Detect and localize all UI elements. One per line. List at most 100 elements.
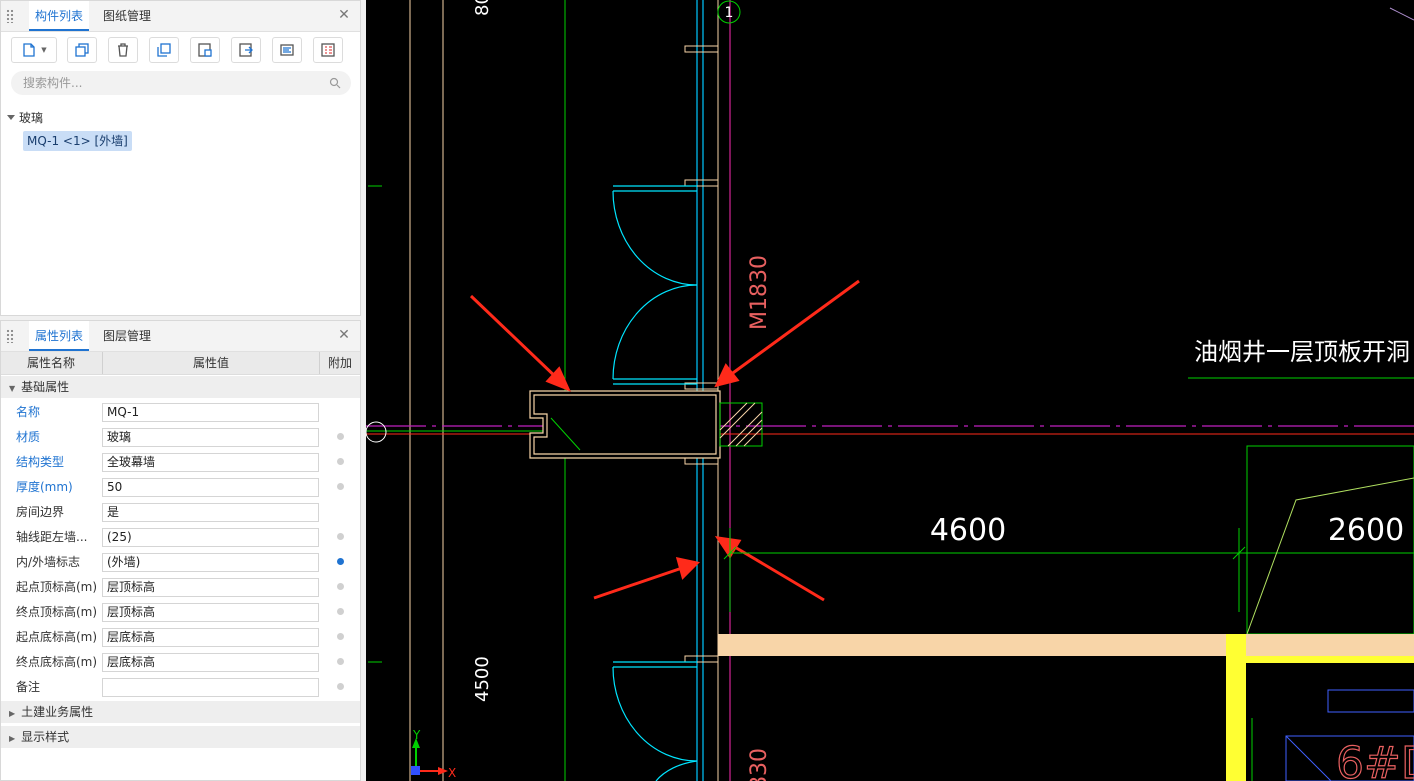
sort-button[interactable] xyxy=(272,37,302,63)
property-value-field[interactable]: (25) xyxy=(102,528,319,547)
selected-curtain-wall-mq1[interactable] xyxy=(529,390,721,459)
close-icon[interactable]: ✕ xyxy=(336,7,352,23)
property-name: 起点底标高(m) xyxy=(16,630,98,644)
property-name: 名称 xyxy=(16,405,41,419)
caret-right-icon: ▶ xyxy=(9,709,16,718)
search-icon[interactable] xyxy=(329,77,341,89)
property-value-field[interactable]: 全玻幕墙 xyxy=(102,453,319,472)
property-value-field[interactable]: 50 xyxy=(102,478,319,497)
tree-item-mq1[interactable]: MQ-1 <1> [外墙] xyxy=(23,131,132,151)
delete-component-button[interactable] xyxy=(108,37,138,63)
property-row: 厚度(mm) 50 xyxy=(1,475,360,500)
tab-property-list[interactable]: 属性列表 xyxy=(29,321,90,351)
door-tag-m1830: M1830 xyxy=(747,255,772,330)
property-value-field[interactable]: 层底标高 xyxy=(102,628,319,647)
tree-group-glass[interactable]: 玻璃 xyxy=(7,109,43,126)
tab-layer-management[interactable]: 图层管理 xyxy=(97,321,157,351)
extra-checkbox[interactable] xyxy=(337,658,344,665)
floor-copy-button[interactable] xyxy=(190,37,220,63)
property-name: 终点顶标高(m) xyxy=(16,605,98,619)
property-row: 备注 xyxy=(1,675,360,700)
new-component-button[interactable]: ▼ xyxy=(11,37,57,63)
property-value-field[interactable]: 是 xyxy=(102,503,319,522)
property-row: 结构类型 全玻幕墙 xyxy=(1,450,360,475)
extra-checkbox[interactable] xyxy=(337,583,344,590)
property-value-field[interactable]: 层顶标高 xyxy=(102,603,319,622)
property-value-field[interactable]: (外墙) xyxy=(102,553,319,572)
copy-icon xyxy=(75,43,89,57)
property-table-header: 属性名称 属性值 附加 xyxy=(1,352,360,375)
new-file-icon xyxy=(23,43,35,57)
room-tag: 6#D xyxy=(1336,738,1414,781)
component-panel-tabbar: 构件列表 图纸管理 ✕ xyxy=(1,1,360,32)
beam-fill xyxy=(718,634,1414,656)
axis-label: 1 xyxy=(725,5,734,21)
property-row: 材质 玻璃 xyxy=(1,425,360,450)
property-value-field[interactable]: MQ-1 xyxy=(102,403,319,422)
left-dock: 构件列表 图纸管理 ✕ ▼ 搜索构件... 玻璃 MQ-1 <1> [外墙] 属… xyxy=(0,0,366,781)
property-name: 房间边界 xyxy=(16,505,65,519)
property-name: 备注 xyxy=(16,680,41,694)
property-row: 终点底标高(m) 层底标高 xyxy=(1,650,360,675)
list-filter-icon xyxy=(321,43,335,57)
property-value-field[interactable] xyxy=(102,678,319,697)
header-property-value: 属性值 xyxy=(102,352,320,374)
door-tag-lower: 830 xyxy=(747,748,772,781)
filter-button[interactable] xyxy=(313,37,343,63)
extra-checkbox[interactable] xyxy=(337,683,344,690)
property-row: 起点顶标高(m) 层顶标高 xyxy=(1,575,360,600)
header-extra: 附加 xyxy=(327,356,352,370)
caret-down-icon: ▼ xyxy=(9,384,16,393)
extra-checkbox[interactable] xyxy=(337,633,344,640)
caret-right-icon: ▶ xyxy=(9,734,16,743)
extra-checkbox[interactable] xyxy=(337,483,344,490)
extra-checkbox-checked[interactable] xyxy=(337,558,344,565)
property-row: 轴线距左墙... (25) xyxy=(1,525,360,550)
export-icon xyxy=(239,43,253,57)
property-value-field[interactable]: 层底标高 xyxy=(102,653,319,672)
property-name: 起点顶标高(m) xyxy=(16,580,98,594)
drag-grip-icon[interactable] xyxy=(6,9,14,23)
canvas-background xyxy=(366,0,1414,781)
property-panel-tabbar: 属性列表 图层管理 ✕ xyxy=(1,321,360,352)
ucs-y-label: Y xyxy=(412,728,421,742)
property-value-field[interactable]: 层顶标高 xyxy=(102,578,319,597)
property-row: 名称 MQ-1 xyxy=(1,400,360,425)
extra-checkbox[interactable] xyxy=(337,458,344,465)
chevron-down-icon: ▼ xyxy=(41,46,47,54)
property-name: 材质 xyxy=(16,430,41,444)
close-icon[interactable]: ✕ xyxy=(336,327,352,343)
search-input[interactable] xyxy=(11,71,351,95)
extra-checkbox[interactable] xyxy=(337,433,344,440)
section-basic-properties[interactable]: ▼ 基础属性 xyxy=(1,376,360,398)
layer-copy-icon xyxy=(157,43,171,57)
expand-caret-icon[interactable] xyxy=(7,115,15,120)
tab-component-list[interactable]: 构件列表 xyxy=(29,1,90,31)
extra-checkbox[interactable] xyxy=(337,533,344,540)
tab-drawing-management[interactable]: 图纸管理 xyxy=(97,1,157,31)
property-name: 厚度(mm) xyxy=(16,480,73,494)
section-label: 显示样式 xyxy=(21,730,70,744)
floor-copy-icon xyxy=(198,43,212,57)
cad-drawing-canvas[interactable]: 1 M1830 830 80 4500 4600 2600 油烟井一层顶板开洞 … xyxy=(366,0,1414,781)
property-name: 轴线距左墙... xyxy=(16,530,88,544)
section-display-style[interactable]: ▶ 显示样式 xyxy=(1,726,360,748)
tree-group-label: 玻璃 xyxy=(19,111,44,125)
drag-grip-icon[interactable] xyxy=(6,329,14,343)
section-label: 土建业务属性 xyxy=(21,705,94,719)
property-row: 内/外墙标志 (外墙) xyxy=(1,550,360,575)
copy-component-button[interactable] xyxy=(67,37,97,63)
list-sort-icon xyxy=(280,44,294,56)
export-button[interactable] xyxy=(231,37,261,63)
yellow-beam xyxy=(1226,656,1414,663)
header-property-name: 属性名称 xyxy=(27,356,76,370)
dimension-top: 80 xyxy=(472,0,493,16)
section-label: 基础属性 xyxy=(21,380,70,394)
layer-copy-button[interactable] xyxy=(149,37,179,63)
property-value-field[interactable]: 玻璃 xyxy=(102,428,319,447)
section-civil-properties[interactable]: ▶ 土建业务属性 xyxy=(1,701,360,723)
trash-icon xyxy=(118,43,128,57)
extra-checkbox[interactable] xyxy=(337,608,344,615)
dimension-2600: 2600 xyxy=(1328,513,1404,548)
ucs-x-label: X xyxy=(448,766,456,780)
